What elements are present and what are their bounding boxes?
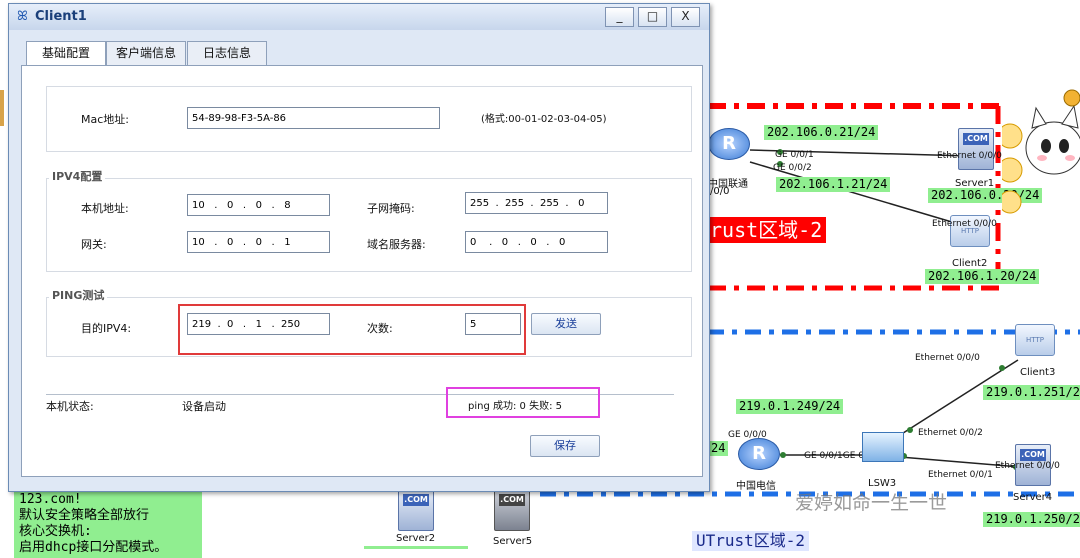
server2-icon[interactable]: .COM xyxy=(398,489,434,531)
ping-highlight-box xyxy=(178,304,526,355)
title-bar[interactable]: ꕤ Client1 _ □ X xyxy=(9,4,709,30)
dns-server-label: 域名服务器: xyxy=(367,238,426,251)
ping-group-title: PING测试 xyxy=(49,287,108,303)
ping-result: ping 成功: 0 失败: 5 xyxy=(468,401,562,412)
status-label: 本机状态: xyxy=(46,400,94,413)
client1-dialog: ꕤ Client1 _ □ X 基础配置 客户端信息 日志信息 Mac地址: 5… xyxy=(8,3,710,492)
iface-eth002: Ethernet 0/0/2 xyxy=(918,428,983,438)
server2-name: Server2 xyxy=(396,533,436,544)
tab-basic-config[interactable]: 基础配置 xyxy=(26,41,106,67)
iface-server1: Ethernet 0/0/0 xyxy=(937,151,1002,161)
router-telecom-icon[interactable]: R xyxy=(738,438,780,470)
zone-trust-2-label: rust区域-2 xyxy=(706,217,827,243)
note-line: 默认安全策略全部放行 xyxy=(19,508,150,523)
dns-server-field[interactable]: 0 . 0 . 0 . 0 xyxy=(465,231,608,253)
zone-untrust-2-label: UTrust区域-2 xyxy=(692,531,810,551)
dest-ip-label: 目的IPV4: xyxy=(81,322,132,335)
lsw3-icon[interactable] xyxy=(862,432,904,462)
left-edge-fragment xyxy=(0,90,4,126)
ip-client2: 202.106.1.20/24 xyxy=(925,269,1040,284)
client3-icon[interactable]: HTTP xyxy=(1015,324,1055,356)
cat-sticker-icon xyxy=(1002,89,1080,214)
note-line: 启用dhcp接口分配模式。 xyxy=(19,540,168,555)
iface-client2: Ethernet 0/0/0 xyxy=(932,219,997,229)
router-unicom-if-partial: /0/0 xyxy=(710,186,730,197)
ip-r1-ge001: 202.106.0.21/24 xyxy=(764,125,879,140)
router-telecom-name: 中国电信 xyxy=(736,481,776,492)
iface-ge001: GE 0/0/1 xyxy=(775,150,814,160)
ip-client3: 219.0.1.251/24 xyxy=(983,385,1080,400)
mac-field[interactable]: 54-89-98-F3-5A-86 xyxy=(187,107,440,129)
send-button[interactable]: 发送 xyxy=(531,313,601,335)
server5-icon[interactable]: .COM xyxy=(494,489,530,531)
window-title: Client1 xyxy=(35,9,87,24)
note-line: 核心交换机: xyxy=(19,524,92,539)
server1-icon[interactable]: .COM xyxy=(958,128,994,170)
note-line: 123.com! xyxy=(19,492,82,507)
config-note: 123.com! 默认安全策略全部放行 核心交换机: 启用dhcp接口分配模式。 xyxy=(14,490,202,558)
iface-lsw-top: Ethernet 0/0/0 xyxy=(915,353,980,363)
ipv4-group-title: IPV4配置 xyxy=(49,168,106,184)
mac-group: Mac地址: 54-89-98-F3-5A-86 (格式:00-01-02-03… xyxy=(46,86,692,152)
server4-name: Server4 xyxy=(1013,492,1053,503)
ipv4-group: IPV4配置 本机地址: 10 . 0 . 0 . 8 子网掩码: 255 . … xyxy=(46,168,692,272)
host-ip-field[interactable]: 10 . 0 . 0 . 8 xyxy=(187,194,330,216)
ip-partial: 24 xyxy=(708,441,729,456)
maximize-button[interactable]: □ xyxy=(638,7,667,27)
app-icon: ꕤ xyxy=(17,9,28,24)
minimize-button[interactable]: _ xyxy=(605,7,634,27)
gateway-field[interactable]: 10 . 0 . 0 . 1 xyxy=(187,231,330,253)
config-panel: Mac地址: 54-89-98-F3-5A-86 (格式:00-01-02-03… xyxy=(21,65,703,477)
gateway-label: 网关: xyxy=(81,238,107,251)
watermark-text: 爱婷如命一生一世 xyxy=(795,492,948,514)
mac-label: Mac地址: xyxy=(81,113,129,126)
close-button[interactable]: X xyxy=(671,7,700,27)
iface-server4: Ethernet 0/0/0 xyxy=(995,461,1060,471)
ip-r2-ge000: 219.0.1.249/24 xyxy=(736,399,844,414)
host-ip-label: 本机地址: xyxy=(81,202,129,215)
tab-client-info[interactable]: 客户端信息 xyxy=(106,41,186,65)
ip-r1-ge002: 202.106.1.21/24 xyxy=(776,177,891,192)
mac-format-hint: (格式:00-01-02-03-04-05) xyxy=(481,114,607,125)
iface-eth001: Ethernet 0/0/1 xyxy=(928,470,993,480)
server5-name: Server5 xyxy=(493,536,533,547)
subnet-mask-field[interactable]: 255 . 255 . 255 . 0 xyxy=(465,192,608,214)
iface-ge002: GE 0/0/2 xyxy=(773,163,812,173)
save-button[interactable]: 保存 xyxy=(530,435,600,457)
client2-name: Client2 xyxy=(952,258,988,269)
ip-server4: 219.0.1.250/24 xyxy=(983,512,1080,527)
router-unicom-icon[interactable]: R xyxy=(708,128,750,160)
subnet-mask-label: 子网掩码: xyxy=(367,202,415,215)
tab-log-info[interactable]: 日志信息 xyxy=(187,41,267,65)
status-value: 设备启动 xyxy=(182,400,226,413)
client3-name: Client3 xyxy=(1020,367,1056,378)
